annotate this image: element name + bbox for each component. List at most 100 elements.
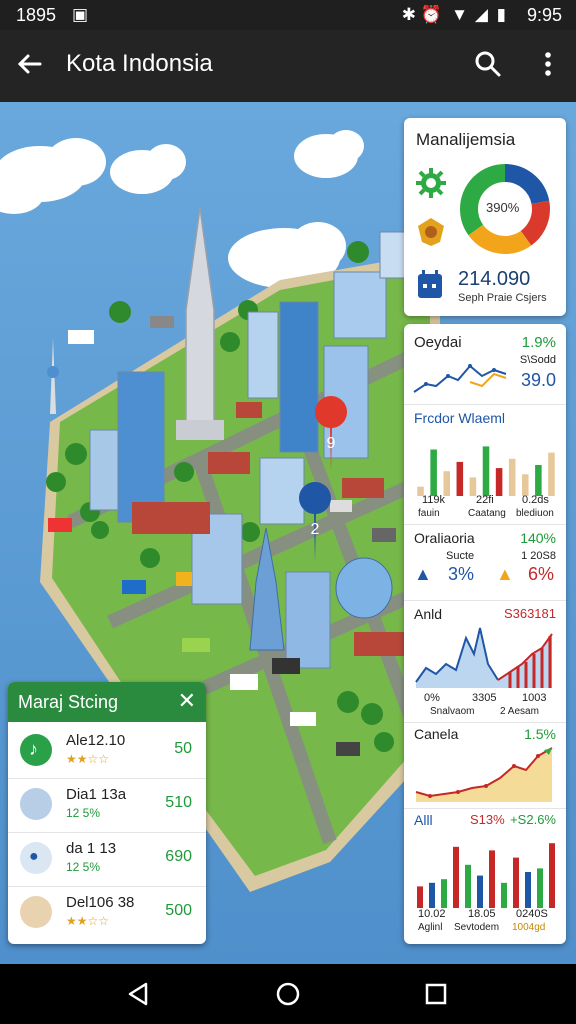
stat-sub-3b: 1 20S8: [521, 550, 556, 562]
bar: [456, 461, 464, 496]
avatar: [20, 896, 52, 928]
bar: [548, 452, 555, 496]
stat-label-2: Frcdor Wlaeml: [414, 410, 506, 426]
stat-sub-1: S\Sodd: [519, 354, 556, 366]
more-vert-icon[interactable]: [532, 48, 564, 80]
stat-label-3: Oraliaoria: [414, 530, 475, 546]
stat-pct-1: 1.9%: [521, 334, 556, 351]
list-header: Maraj Stcing ✕: [8, 682, 206, 722]
nav-home-icon[interactable]: [272, 978, 304, 1010]
stat-label-4: Anld: [414, 606, 443, 622]
stat-pct-6a: S13%: [470, 812, 505, 827]
bar: [549, 843, 555, 908]
bar: [453, 846, 459, 908]
stat-label-1: Oeydai: [414, 334, 462, 351]
bar: [443, 471, 450, 496]
nav-back-icon[interactable]: [122, 978, 154, 1010]
stats-panel[interactable]: Oeydai 1.9% S\Sodd 39.0 Frcdor Wlaeml 11…: [404, 324, 566, 944]
stat-label-6: Alll: [414, 812, 433, 828]
music-icon: ♪: [20, 734, 52, 766]
list-item-value: 510: [165, 794, 192, 811]
bar: [537, 868, 543, 908]
up-triangle-blue-icon: ▲: [414, 564, 432, 584]
bar: [508, 458, 516, 496]
x-label-2d: fauin: [418, 508, 440, 519]
status-time-left: 1895: [16, 5, 57, 25]
divider: [404, 722, 566, 723]
stat-pct-6b: +S2.6%: [510, 812, 556, 827]
list-item-name: Ale12.10: [66, 732, 126, 749]
list-item-value: 500: [165, 902, 192, 919]
x-label-2a: 119k: [422, 494, 446, 506]
notification-icon: ▣: [72, 5, 89, 24]
bar-chart-6: [417, 843, 555, 908]
summary-donut-card[interactable]: Manalijemsia 390% 214.090 Seph Praie Csj…: [404, 118, 566, 316]
list-item[interactable]: Dia1 13a 12 5% 510: [8, 778, 206, 833]
divider: [404, 808, 566, 809]
svg-text:2: 2: [311, 521, 320, 538]
gear-icon: [416, 168, 446, 198]
back-arrow-icon[interactable]: [14, 48, 46, 80]
list-item[interactable]: ● da 1 13 12 5% 690: [8, 832, 206, 887]
donut-card-title: Manalijemsia: [416, 130, 516, 149]
alarm-icon: ⏰: [420, 5, 442, 24]
x-label-4d: Snalvaom: [430, 706, 475, 717]
bar: [513, 857, 519, 908]
stat-val-3b: 6%: [528, 564, 555, 584]
stat-val-3a: 3%: [448, 564, 475, 584]
bar: [441, 879, 447, 908]
bar: [495, 468, 503, 496]
list-item-name: da 1 13: [66, 840, 117, 857]
area-chart-5: [415, 747, 553, 802]
x-label-2e: Caatang: [468, 508, 506, 519]
system-nav-bar: [0, 964, 576, 1024]
list-item-sub: 12 5%: [66, 860, 101, 874]
list-item[interactable]: Del106 38 ★★☆☆ 500: [8, 886, 206, 940]
list-item-rating: ★★☆☆: [66, 752, 110, 766]
stat-val-1: 39.0: [520, 370, 556, 390]
sparkline-chart-1: [413, 364, 507, 393]
x-label-6e: Sevtodem: [454, 922, 500, 933]
x-label-6a: 10.02: [418, 908, 446, 920]
list-item-name: Del106 38: [66, 894, 135, 911]
stat-pct-3: 140%: [520, 530, 556, 546]
battery-icon: ▮: [496, 5, 506, 24]
donut-value: 214.090: [458, 268, 531, 290]
area-chart-4: [415, 627, 553, 688]
bar: [535, 465, 542, 496]
x-label-4e: 2 Aesam: [500, 706, 539, 717]
x-label-4b: 3305: [472, 692, 497, 704]
x-label-4c: 1003: [522, 692, 547, 704]
bluetooth-icon: ✱: [401, 5, 416, 24]
x-label-2b: 22fi: [476, 494, 494, 506]
bar: [477, 875, 483, 908]
wifi-icon: ▼: [451, 5, 468, 24]
close-icon[interactable]: ✕: [178, 688, 196, 714]
x-label-6d: Aglinl: [418, 922, 443, 933]
donut-caption: Seph Praie Csjers: [458, 292, 547, 304]
up-triangle-orange-icon: ▲: [496, 564, 514, 584]
app-bar: Kota Indonsia: [0, 30, 576, 102]
signal-icon: ◢: [474, 5, 488, 24]
list-item[interactable]: ♪ Ale12.10 ★★☆☆ 50: [8, 724, 206, 779]
x-label-6c: 0240S: [516, 908, 548, 920]
stat-pct-5: 1.5%: [524, 726, 556, 742]
x-label-6b: 18.05: [468, 908, 496, 920]
search-icon[interactable]: [472, 48, 504, 80]
list-item-name: Dia1 13a: [66, 786, 127, 803]
divider: [404, 524, 566, 525]
x-label-6f: 1004gd: [512, 922, 546, 933]
divider: [404, 600, 566, 601]
ranking-list-card[interactable]: Maraj Stcing ✕ ♪ Ale12.10 ★★☆☆ 50 Dia1 1…: [8, 682, 206, 944]
bar: [501, 882, 507, 908]
person-icon: ●: [20, 842, 52, 874]
status-bar: 1895 ▣ ✱ ⏰ ▼ ◢ ▮ 9:95: [0, 0, 576, 30]
nav-recents-icon[interactable]: [420, 978, 452, 1010]
x-label-4a: 0%: [424, 692, 440, 704]
svg-text:9: 9: [327, 435, 336, 452]
bar: [489, 850, 495, 908]
calendar-icon: [418, 270, 442, 298]
stat-sub-3a: Sucte: [446, 550, 475, 562]
bar-chart-2: [417, 446, 555, 496]
bar: [482, 446, 490, 496]
